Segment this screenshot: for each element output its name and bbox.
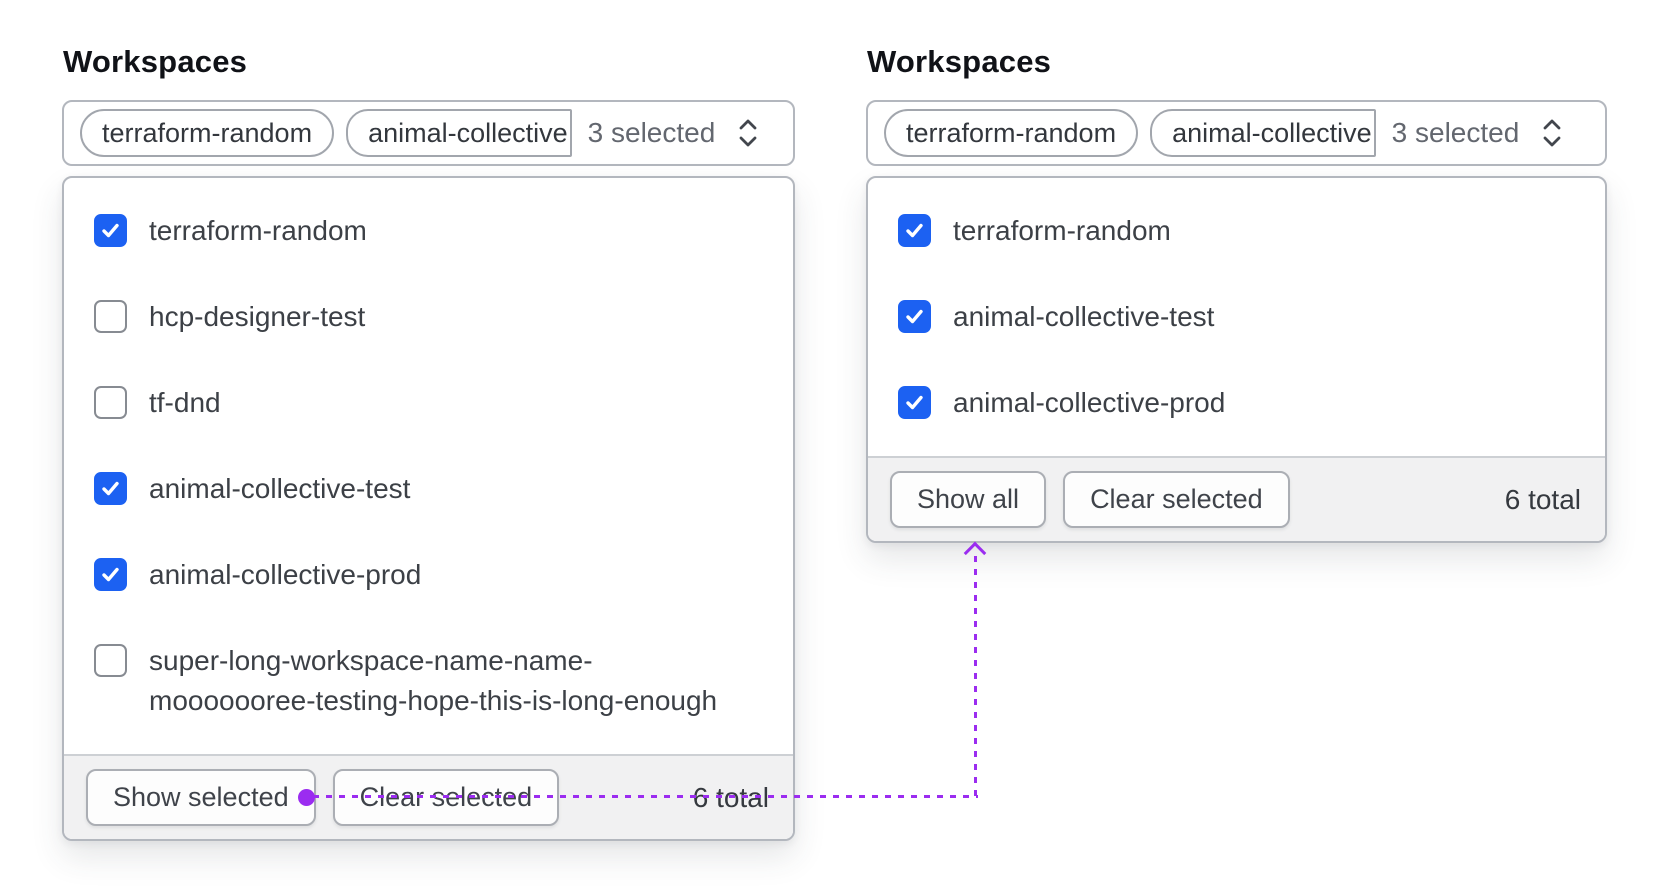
chevrons-up-down-icon	[733, 114, 763, 152]
selected-count: 3 selected	[1391, 117, 1520, 148]
option-label: animal-collective-prod	[953, 387, 1226, 418]
panel-title: Workspaces	[63, 44, 248, 79]
workspace-pill-truncated: animal-collective	[1150, 109, 1376, 157]
workspace-pill: terraform-random	[80, 109, 335, 157]
panel-title: Workspaces	[867, 44, 1052, 79]
workspace-option[interactable]: animal-collective-prod	[64, 532, 793, 618]
option-list: terraform-random hcp-designer-test tf-dn…	[64, 178, 793, 754]
show-all-button[interactable]: Show all	[890, 471, 1047, 528]
chevrons-up-down-icon	[1537, 114, 1567, 152]
annotation-line-vertical	[974, 556, 977, 798]
workspace-option[interactable]: animal-collective-prod	[868, 360, 1605, 446]
workspaces-panel-right: Workspaces terraform-random animal-colle…	[866, 44, 1607, 543]
checkbox[interactable]	[94, 300, 127, 333]
checkbox[interactable]	[898, 300, 931, 333]
workspace-option[interactable]: animal-collective-test	[64, 446, 793, 532]
workspace-listbox: terraform-random animal-collective-test …	[866, 176, 1607, 543]
option-list: terraform-random animal-collective-test …	[868, 178, 1605, 456]
total-count: 6 total	[1504, 483, 1581, 515]
checkbox[interactable]	[94, 386, 127, 419]
workspace-option[interactable]: terraform-random	[868, 188, 1605, 274]
multiselect-trigger[interactable]: terraform-random animal-collective 3 sel…	[62, 100, 795, 166]
checkbox[interactable]	[94, 472, 127, 505]
workspace-option[interactable]: terraform-random	[64, 188, 793, 274]
workspace-option[interactable]: super-long-workspace-name-name-moooooore…	[64, 618, 793, 744]
checkbox[interactable]	[94, 558, 127, 591]
checkbox[interactable]	[898, 386, 931, 419]
annotation-line-horizontal	[313, 795, 978, 798]
workspace-pill: terraform-random	[884, 109, 1139, 157]
workspace-pill-truncated: animal-collective	[346, 109, 572, 157]
checkbox[interactable]	[898, 214, 931, 247]
workspaces-panel-left: Workspaces terraform-random animal-colle…	[62, 44, 795, 841]
show-selected-button[interactable]: Show selected	[86, 769, 316, 826]
workspace-option[interactable]: hcp-designer-test	[64, 274, 793, 360]
workspace-listbox: terraform-random hcp-designer-test tf-dn…	[62, 176, 795, 841]
multiselect-trigger[interactable]: terraform-random animal-collective 3 sel…	[866, 100, 1607, 166]
option-label: terraform-random	[953, 215, 1171, 246]
option-label: animal-collective-test	[149, 473, 411, 504]
workspace-option[interactable]: tf-dnd	[64, 360, 793, 446]
selected-count: 3 selected	[587, 117, 716, 148]
option-label: super-long-workspace-name-name-moooooore…	[149, 645, 718, 716]
checkbox[interactable]	[94, 214, 127, 247]
option-label: terraform-random	[149, 215, 367, 246]
option-label: hcp-designer-test	[149, 301, 366, 332]
checkbox[interactable]	[94, 644, 127, 677]
option-label: animal-collective-prod	[149, 559, 422, 590]
listbox-footer: Show all Clear selected 6 total	[868, 456, 1605, 541]
option-label: animal-collective-test	[953, 301, 1215, 332]
clear-selected-button[interactable]: Clear selected	[1063, 471, 1290, 528]
workspace-option[interactable]: animal-collective-test	[868, 274, 1605, 360]
option-label: tf-dnd	[149, 387, 221, 418]
annotation-arrowhead-icon	[963, 541, 987, 565]
